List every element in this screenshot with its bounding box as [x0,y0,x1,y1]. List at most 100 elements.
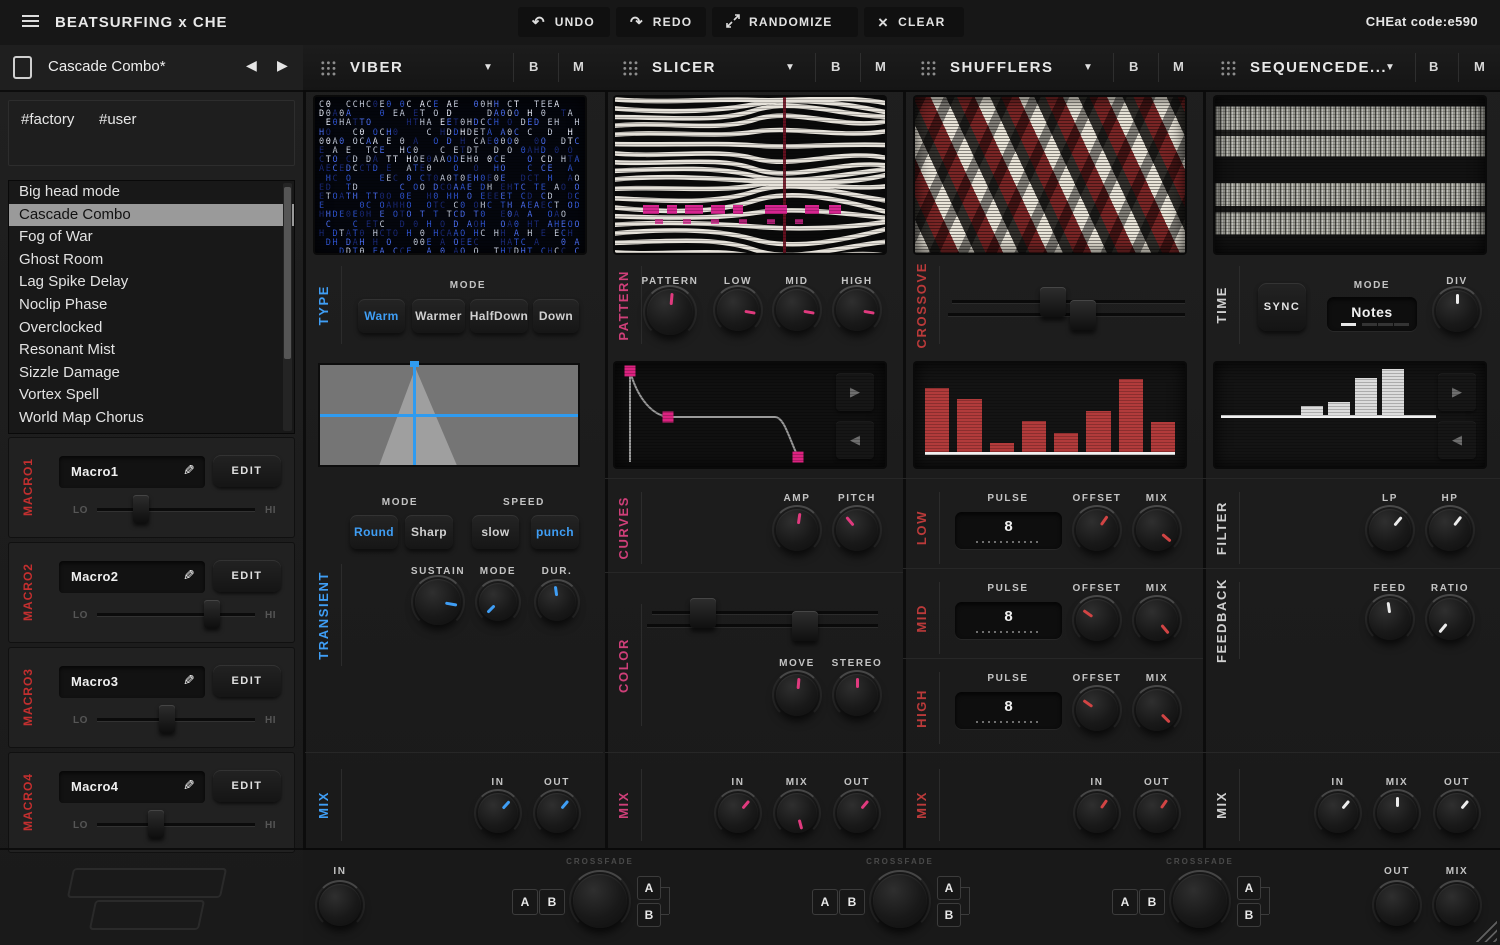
low-offset-knob[interactable] [1076,509,1118,551]
sharp-button[interactable]: Sharp [405,515,453,549]
macro1-name-field[interactable]: Macro1✎ [59,456,205,488]
crossover-handle-b[interactable] [1070,300,1096,330]
shufflers-bypass-button[interactable]: B [1129,59,1138,74]
crossfade-knob[interactable] [1173,874,1227,928]
envelope-handle[interactable] [663,412,674,423]
crossfade-knob[interactable] [873,874,927,928]
pencil-icon[interactable]: ✎ [183,462,195,479]
footer-in-knob[interactable] [319,884,361,926]
pitch-knob[interactable] [836,509,878,551]
macro2-slider[interactable] [97,599,255,629]
down-button[interactable]: Down [533,299,579,333]
macro4-slider[interactable] [97,809,255,839]
list-item[interactable]: Big head mode [9,181,294,204]
color-slider-track[interactable] [647,624,878,627]
pencil-icon[interactable]: ✎ [183,567,195,584]
crossover-track[interactable] [952,300,1185,303]
round-button[interactable]: Round [350,515,398,549]
dur-knob[interactable] [538,583,576,621]
shufflers-out-knob[interactable] [1137,793,1177,833]
prev-curve-button[interactable]: ◀ [836,421,874,459]
route-a-button[interactable]: A [637,876,661,900]
low-pulse-display[interactable]: 8 [955,512,1062,549]
shufflers-dropdown-icon[interactable]: ▼ [1083,62,1093,73]
macro3-edit-button[interactable]: EDIT [213,665,281,697]
list-item[interactable]: Noclip Phase [9,294,294,317]
prev-preset-arrow[interactable]: ◀ [246,57,257,74]
color-slider-handle-b[interactable] [792,611,818,641]
slicer-out-knob[interactable] [837,793,877,833]
list-item[interactable]: World Map Chorus [9,407,294,430]
macro2-slider-thumb[interactable] [204,600,220,628]
shufflers-mute-button[interactable]: M [1173,59,1184,74]
mid-mix-knob[interactable] [1136,599,1178,641]
envelope-handle[interactable] [793,452,804,463]
route-b-button[interactable]: B [937,903,961,927]
drag-grid-icon[interactable] [622,60,638,76]
hp-knob[interactable] [1429,509,1471,551]
menu-icon[interactable] [22,15,39,28]
route-b-button[interactable]: B [1237,903,1261,927]
slicer-mix-knob[interactable] [777,793,817,833]
color-slider-track[interactable] [652,611,878,614]
list-item[interactable]: Resonant Mist [9,339,294,362]
clear-button[interactable]: ×CLEAR [864,7,964,37]
footer-mix-knob[interactable] [1436,884,1478,926]
slicer-mute-button[interactable]: M [875,59,886,74]
slicer-bypass-button[interactable]: B [831,59,840,74]
sync-button[interactable]: SYNC [1258,283,1306,331]
list-item-selected[interactable]: Cascade Combo [9,204,294,227]
route-a-button[interactable]: A [1237,876,1261,900]
viber-mute-button[interactable]: M [573,59,584,74]
footer-out-knob[interactable] [1376,884,1418,926]
macro3-slider[interactable] [97,704,255,734]
file-icon[interactable] [13,56,32,79]
crossover-track[interactable] [948,313,1185,316]
drag-grid-icon[interactable] [920,60,936,76]
sequencede-in-knob[interactable] [1318,793,1358,833]
slicer-mid-knob[interactable] [776,289,818,331]
amp-knob[interactable] [776,509,818,551]
route-b-button[interactable]: B [839,889,865,915]
list-item[interactable]: Sizzle Damage [9,362,294,385]
feed-knob[interactable] [1369,598,1411,640]
sequencede-bypass-button[interactable]: B [1429,59,1438,74]
list-item[interactable]: Vortex Spell [9,384,294,407]
next-step-button[interactable]: ▶ [1438,373,1476,411]
transient-mode-knob[interactable] [479,583,517,621]
route-b-button[interactable]: B [1139,889,1165,915]
pencil-icon[interactable]: ✎ [183,672,195,689]
sequencede-mute-button[interactable]: M [1474,59,1485,74]
pattern-knob[interactable] [647,289,693,335]
warmer-button[interactable]: Warmer [412,299,465,333]
viber-bypass-button[interactable]: B [529,59,538,74]
redo-button[interactable]: ↷REDO [616,7,706,37]
macro1-slider[interactable] [97,494,255,524]
route-a-button[interactable]: A [937,876,961,900]
macro1-slider-thumb[interactable] [133,495,149,523]
slicer-in-knob[interactable] [718,793,758,833]
randomize-button[interactable]: RANDOMIZE [712,7,858,37]
tag-user[interactable]: #user [99,111,137,128]
drag-grid-icon[interactable] [1220,60,1236,76]
high-pulse-display[interactable]: 8 [955,692,1062,729]
route-a-button[interactable]: A [812,889,838,915]
viber-in-knob[interactable] [478,793,518,833]
punch-button[interactable]: punch [531,515,579,549]
sequencede-mix-knob[interactable] [1377,793,1417,833]
scrollbar-thumb[interactable] [284,187,291,359]
slicer-high-knob[interactable] [836,289,878,331]
color-slider-handle-a[interactable] [690,598,716,628]
envelope-handle[interactable] [625,366,636,377]
lp-knob[interactable] [1369,509,1411,551]
high-offset-knob[interactable] [1076,689,1118,731]
viber-out-knob[interactable] [537,793,577,833]
list-item[interactable]: Overclocked [9,317,294,340]
list-item[interactable]: Fog of War [9,226,294,249]
slow-button[interactable]: slow [472,515,519,549]
scrollbar[interactable] [283,183,292,431]
list-item[interactable]: Lag Spike Delay [9,271,294,294]
time-mode-display[interactable]: Notes [1327,297,1417,331]
route-a-button[interactable]: A [512,889,538,915]
route-a-button[interactable]: A [1112,889,1138,915]
